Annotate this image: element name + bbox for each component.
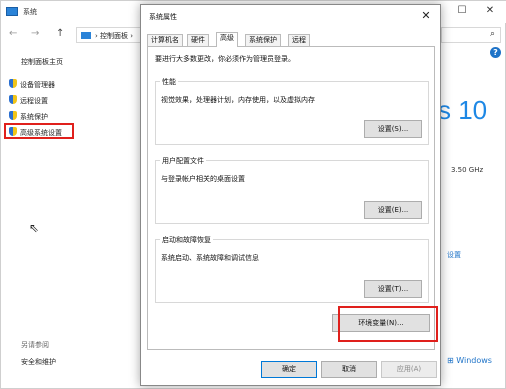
close-icon[interactable]: ✕ [416, 7, 436, 25]
performance-settings-button[interactable]: 设置(S)... [364, 120, 422, 138]
user-profiles-settings-button[interactable]: 设置(E)... [364, 201, 422, 219]
close-window-icon[interactable]: ✕ [481, 5, 499, 16]
tab-system-protection[interactable]: 系统保护 [245, 34, 281, 46]
forward-arrow-icon[interactable]: → [31, 28, 39, 39]
sidebar-highlight-box [4, 123, 74, 139]
sidebar-item-remote-settings[interactable]: 远程设置 [9, 95, 48, 106]
env-highlight-box [338, 306, 438, 342]
advanced-tab-panel: 要进行大多数更改，你必须作为管理员登录。 性能 视觉效果，处理器计划，内存使用，… [147, 46, 438, 350]
windows-version-text: s 10 [438, 95, 488, 125]
change-settings-link[interactable]: 设置 [447, 250, 461, 260]
see-also-label: 另请参阅 [21, 341, 49, 349]
user-profiles-legend: 用户配置文件 [160, 156, 206, 166]
startup-recovery-settings-button[interactable]: 设置(T)... [364, 280, 422, 298]
shield-icon [9, 79, 17, 88]
sidebar-item-system-protection[interactable]: 系统保护 [9, 111, 48, 122]
back-arrow-icon[interactable]: ← [9, 28, 17, 39]
breadcrumb[interactable]: › 控制面板 › [95, 31, 133, 41]
security-maintenance-link[interactable]: 安全和维护 [21, 357, 56, 367]
maximize-icon[interactable]: ☐ [453, 5, 471, 16]
admin-note: 要进行大多数更改，你必须作为管理员登录。 [155, 55, 295, 63]
control-panel-home-link[interactable]: 控制面板主页 [21, 57, 63, 67]
startup-recovery-legend: 启动和故障恢复 [160, 235, 213, 245]
performance-legend: 性能 [160, 77, 178, 87]
dialog-title: 系统属性 [149, 13, 177, 21]
system-properties-dialog: 系统属性 ✕ 计算机名 硬件 高级 系统保护 远程 要进行大多数更改，你必须作为… [140, 4, 441, 386]
monitor-icon [6, 7, 18, 16]
user-profiles-group: 用户配置文件 与登录帐户相关的桌面设置 设置(E)... [155, 156, 429, 224]
search-icon: ⌕ [489, 29, 495, 39]
performance-group: 性能 视觉效果，处理器计划，内存使用，以及虚拟内存 设置(S)... [155, 77, 429, 145]
tab-advanced[interactable]: 高级 [216, 32, 238, 47]
up-arrow-icon[interactable]: ↑ [56, 28, 64, 39]
system-window-title: 系统 [23, 8, 37, 16]
cancel-button[interactable]: 取消 [321, 361, 377, 378]
cpu-speed-text: 3.50 GHz [451, 166, 484, 174]
startup-recovery-group: 启动和故障恢复 系统启动、系统故障和调试信息 设置(T)... [155, 235, 429, 303]
windows-activation-link[interactable]: ⊞ Windows [447, 356, 492, 365]
tab-remote[interactable]: 远程 [288, 34, 310, 46]
startup-recovery-description: 系统启动、系统故障和调试信息 [161, 254, 259, 262]
help-icon[interactable]: ? [490, 47, 501, 58]
performance-description: 视觉效果，处理器计划，内存使用，以及虚拟内存 [161, 96, 315, 104]
sidebar-item-device-manager[interactable]: 设备管理器 [9, 79, 55, 90]
mouse-cursor-icon: ⇖ [29, 221, 40, 235]
shield-icon [9, 95, 17, 104]
search-input[interactable]: ⌕ [441, 27, 501, 43]
sidebar: 控制面板主页 设备管理器 远程设置 系统保护 高级系统设置 另请参阅 安全和维护 [1, 47, 141, 387]
shield-icon [9, 111, 17, 120]
address-bar[interactable]: › 控制面板 › [76, 27, 142, 43]
apply-button[interactable]: 应用(A) [381, 361, 437, 378]
ok-button[interactable]: 确定 [261, 361, 317, 378]
tab-computer-name[interactable]: 计算机名 [147, 34, 183, 46]
user-profiles-description: 与登录帐户相关的桌面设置 [161, 175, 245, 183]
tab-strip: 计算机名 硬件 高级 系统保护 远程 [147, 32, 437, 47]
control-panel-icon [81, 32, 91, 39]
tab-hardware[interactable]: 硬件 [187, 34, 209, 46]
